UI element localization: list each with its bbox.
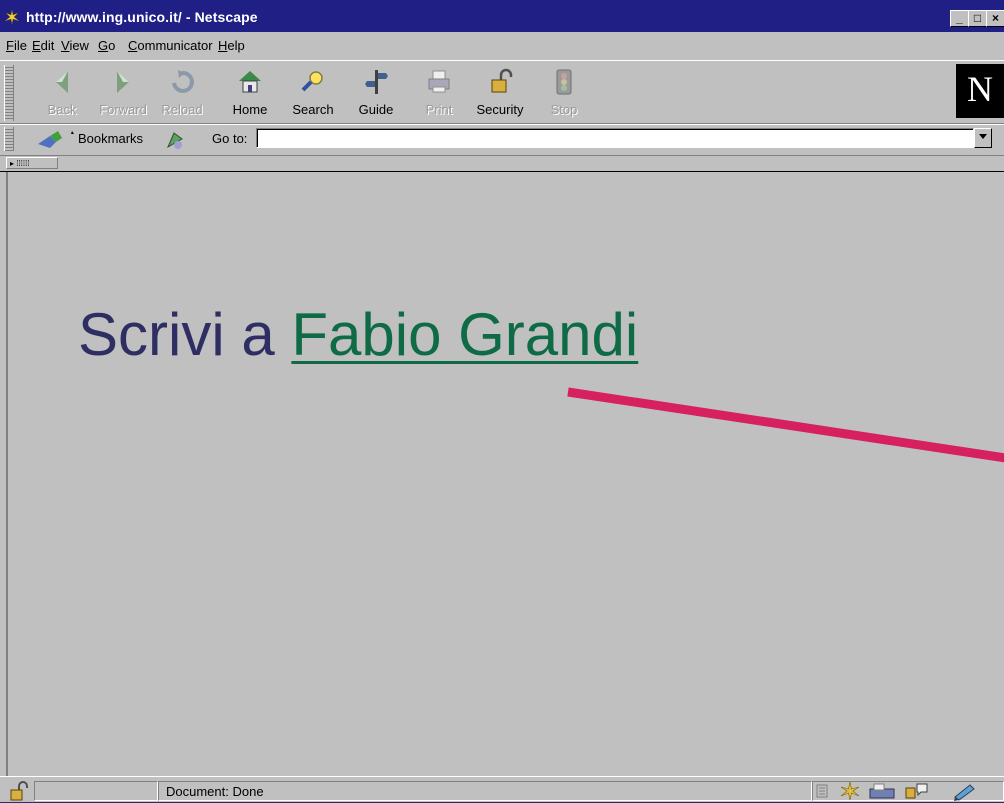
navigation-toolbar: Back Forward Reload Home Search Guide Pr… xyxy=(0,60,1004,124)
bookmarks-icon[interactable] xyxy=(36,128,76,150)
toolbar-grip[interactable] xyxy=(4,65,14,121)
home-icon xyxy=(239,71,261,93)
discussion-groups-icon[interactable] xyxy=(904,781,930,801)
forward-button[interactable]: Forward xyxy=(95,65,151,119)
browser-window: http://www.ing.unico.it/ - Netscape _ □ … xyxy=(0,0,1004,802)
page-content: Scrivi a Fabio Grandi xyxy=(6,172,1004,776)
menu-file[interactable]: File xyxy=(6,38,27,53)
security-label: Security xyxy=(476,102,524,117)
window-title: http://www.ing.unico.it/ - Netscape xyxy=(26,9,258,25)
navigator-icon[interactable] xyxy=(838,781,862,801)
menu-communicator[interactable]: Communicator xyxy=(128,38,213,53)
page-proxy-icon[interactable] xyxy=(164,129,186,151)
close-button[interactable]: × xyxy=(986,10,1004,27)
title-bar[interactable]: http://www.ing.unico.it/ - Netscape _ □ … xyxy=(0,0,1004,32)
home-button[interactable]: Home xyxy=(222,65,278,119)
print-icon xyxy=(428,70,450,93)
reload-button[interactable]: Reload xyxy=(154,65,210,119)
security-status-icon[interactable] xyxy=(8,781,30,801)
netscape-app-icon xyxy=(4,9,20,25)
reload-icon xyxy=(172,70,194,93)
maximize-button[interactable]: □ xyxy=(968,10,987,27)
search-icon xyxy=(301,71,323,92)
menu-bar: File Edit View Go Communicator Help xyxy=(0,33,1004,57)
security-button[interactable]: Security xyxy=(472,65,528,119)
status-text: Document: Done xyxy=(166,784,264,799)
home-label: Home xyxy=(232,102,268,117)
location-toolbar: Bookmarks Go to: xyxy=(0,124,1004,156)
chevron-down-icon xyxy=(979,134,987,139)
status-bar: Document: Done xyxy=(0,776,1004,803)
forward-label: Forward xyxy=(99,102,147,117)
url-input[interactable] xyxy=(256,128,974,148)
location-grip[interactable] xyxy=(4,127,14,151)
menu-view[interactable]: View xyxy=(61,38,89,53)
goto-label: Go to: xyxy=(212,131,248,146)
back-button[interactable]: Back xyxy=(34,65,90,119)
stop-button[interactable]: Stop xyxy=(536,65,592,119)
print-button[interactable]: Print xyxy=(411,65,467,119)
back-label: Back xyxy=(47,102,77,117)
reload-label: Reload xyxy=(161,102,203,117)
menu-help[interactable]: Help xyxy=(218,38,245,53)
padlock-icon xyxy=(491,68,513,93)
collapsed-toolbar-strip: ▸ ⁞⁞⁞⁞⁞⁞ xyxy=(0,155,1004,172)
search-label: Search xyxy=(292,102,334,117)
guide-icon xyxy=(365,70,388,94)
back-arrow-icon xyxy=(56,71,68,93)
netscape-logo[interactable]: N xyxy=(956,64,1004,118)
search-button[interactable]: Search xyxy=(285,65,341,119)
menu-edit[interactable]: Edit xyxy=(32,38,54,53)
composer-icon[interactable] xyxy=(952,781,978,801)
guide-label: Guide xyxy=(358,102,394,117)
menu-go[interactable]: Go xyxy=(98,38,115,53)
progress-meter xyxy=(34,781,158,801)
forward-arrow-icon xyxy=(117,71,129,93)
stop-label: Stop xyxy=(550,102,578,117)
url-dropdown-button[interactable] xyxy=(974,128,992,148)
minimize-button[interactable]: _ xyxy=(950,10,969,27)
bookmarks-label[interactable]: Bookmarks xyxy=(78,131,143,146)
guide-button[interactable]: Guide xyxy=(348,65,404,119)
collapsed-toolbar-tab[interactable]: ▸ ⁞⁞⁞⁞⁞⁞ xyxy=(6,157,58,169)
mailbox-icon[interactable] xyxy=(868,781,898,801)
stop-icon xyxy=(556,69,572,95)
pointer-line xyxy=(567,387,1004,463)
component-bar-grip-icon[interactable] xyxy=(814,783,830,799)
print-label: Print xyxy=(425,102,453,117)
